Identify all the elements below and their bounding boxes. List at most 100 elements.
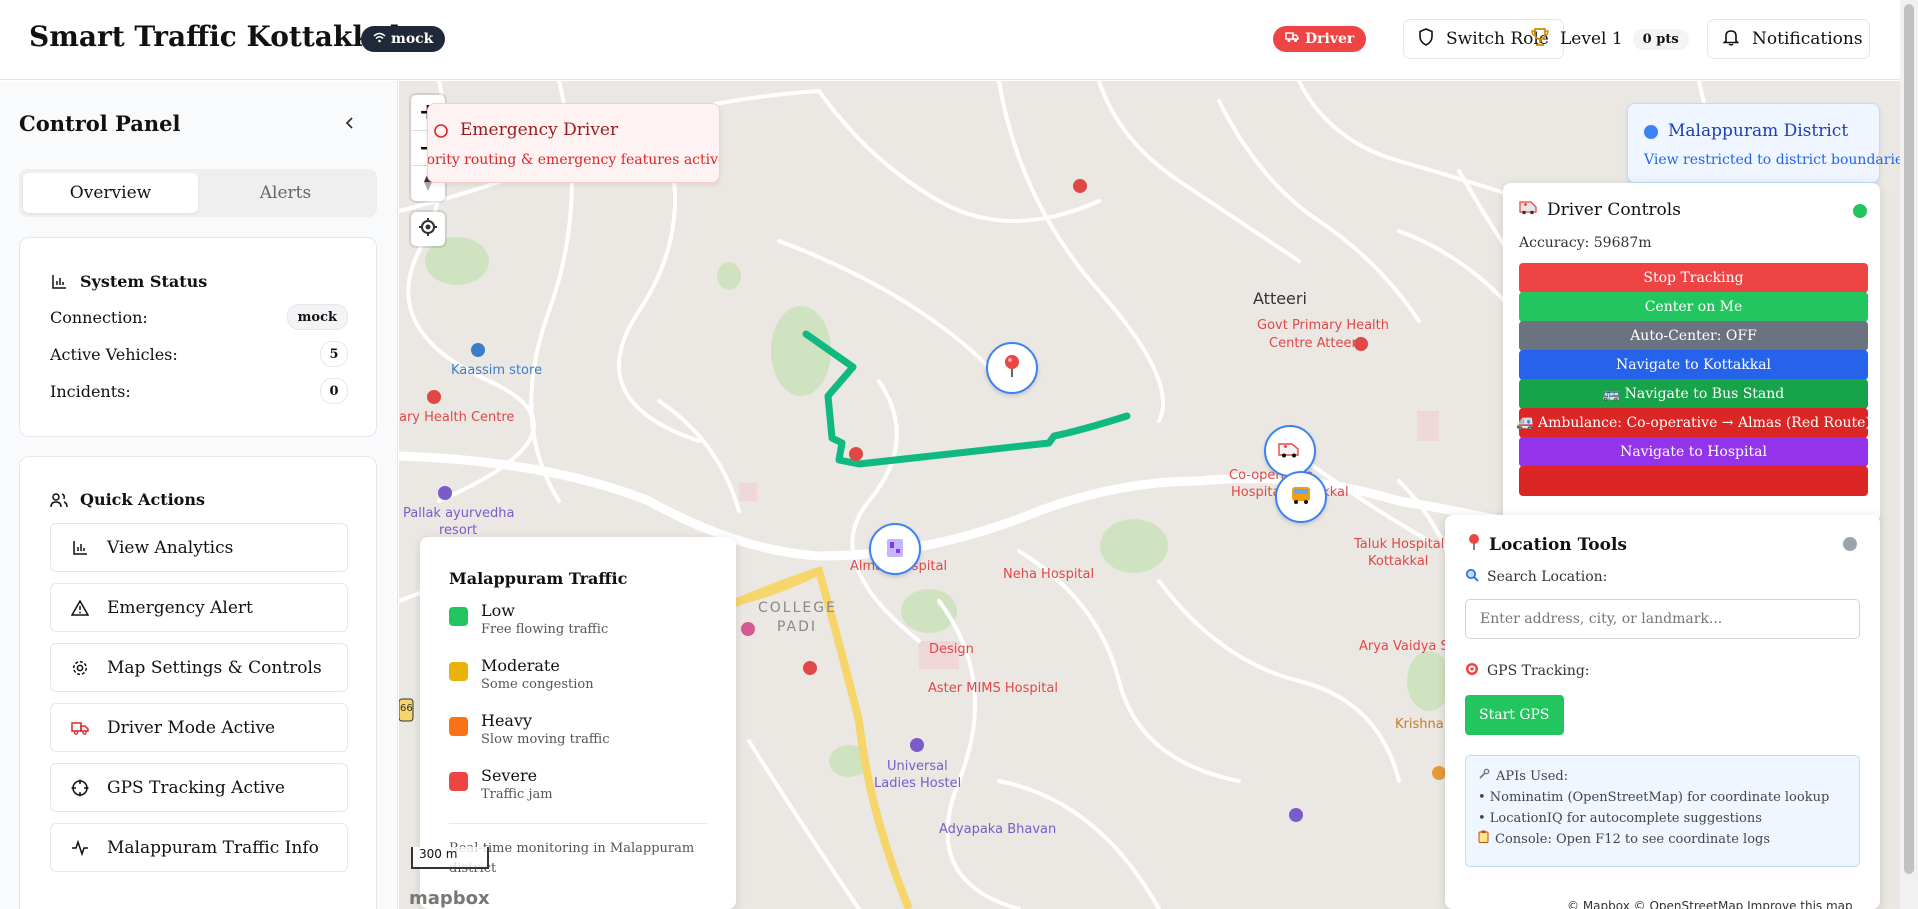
map-attribution[interactable]: © Mapbox © OpenStreetMap Improve this ma… (1567, 899, 1853, 909)
tab-overview[interactable]: Overview (23, 173, 198, 213)
bar-chart-icon (71, 539, 89, 557)
apis-info-box: APIs Used: • Nominatim (OpenStreetMap) f… (1465, 755, 1860, 867)
quick-actions-card: Quick Actions View Analytics Emergency A… (19, 456, 377, 909)
location-tools-panel: Location Tools Search Location: GPS Trac… (1445, 515, 1880, 909)
ambulance-route-button[interactable]: 🚑 Ambulance: Co-operative → Almas (Red R… (1516, 408, 1871, 438)
emergency-driver-banner: Emergency Driver Priority routing & emer… (427, 103, 720, 183)
legend-item-low: Low Free flowing traffic (449, 601, 608, 637)
legend-swatch (449, 717, 468, 736)
api-item: • LocationIQ for autocomplete suggestion… (1478, 811, 1762, 826)
district-indicator-dot (1644, 125, 1658, 139)
auto-center-toggle[interactable]: Auto-Center: OFF (1519, 321, 1868, 351)
quick-actions-title: Quick Actions (80, 490, 205, 509)
map-label-adyapaka: Adyapaka Bhavan (939, 822, 1057, 837)
bus-marker[interactable] (1275, 471, 1327, 523)
status-row-vehicles: Active Vehicles: 5 (50, 341, 348, 367)
gps-tracking-button[interactable]: GPS Tracking Active (50, 763, 348, 812)
location-status-dot (1843, 537, 1857, 551)
scrollbar-thumb[interactable] (1904, 4, 1914, 874)
map-label-pallak-2: resort (439, 523, 478, 538)
map-pin-icon (1003, 354, 1021, 383)
hospital-icon (885, 536, 905, 563)
map-label-design: Design (929, 642, 974, 657)
ambulance-marker[interactable] (1264, 425, 1316, 477)
quick-action-label: GPS Tracking Active (107, 777, 285, 798)
status-badge: mock (286, 304, 348, 330)
target-icon (1465, 662, 1479, 680)
control-panel-title: Control Panel (19, 111, 181, 136)
location-tools-title: Location Tools (1489, 534, 1627, 555)
role-badge-label: Driver (1305, 31, 1355, 47)
navigate-bus-stand-button[interactable]: 🚌 Navigate to Bus Stand (1519, 379, 1868, 409)
wrench-icon (1478, 766, 1490, 787)
system-status-card: System Status Connection: mock Active Ve… (19, 237, 377, 437)
map-label-phc-left: ary Health Centre (399, 410, 515, 425)
notifications-button[interactable]: Notifications (1707, 19, 1870, 59)
ambulance-icon (1278, 439, 1302, 463)
legend-item-desc: Slow moving traffic (481, 732, 610, 747)
map-label-phc-2: Centre Atteeri (1269, 336, 1361, 351)
console-note: Console: Open F12 to see coordinate logs (1478, 829, 1847, 850)
map-label-taluk-2: Kottakkal (1368, 554, 1429, 569)
extra-control-button[interactable] (1519, 466, 1868, 496)
quick-action-label: Malappuram Traffic Info (107, 837, 319, 858)
warning-icon (71, 599, 89, 617)
map-label-krishna: Krishna (1395, 717, 1444, 732)
view-analytics-button[interactable]: View Analytics (50, 523, 348, 572)
district-title: Malappuram District (1668, 121, 1849, 141)
system-status-heading: System Status (50, 272, 207, 291)
level-label: Level 1 (1560, 29, 1623, 49)
driver-controls-heading: Driver Controls (1519, 199, 1681, 220)
district-banner: Malappuram District View restricted to d… (1627, 103, 1900, 183)
destination-pin-marker[interactable] (986, 342, 1038, 394)
legend-swatch (449, 772, 468, 791)
chevron-left-icon[interactable] (344, 111, 356, 135)
legend-divider (449, 823, 707, 824)
legend-swatch (449, 607, 468, 626)
driver-mode-button[interactable]: Driver Mode Active (50, 703, 348, 752)
wifi-icon (373, 31, 386, 47)
geolocate-button[interactable] (411, 212, 445, 246)
bus-icon (1290, 485, 1312, 510)
center-on-me-button[interactable]: Center on Me (1519, 292, 1868, 322)
emergency-alert-button[interactable]: Emergency Alert (50, 583, 348, 632)
search-location-input[interactable] (1465, 599, 1860, 639)
navigate-kottakkal-button[interactable]: Navigate to Kottakkal (1519, 350, 1868, 380)
role-badge: Driver (1273, 26, 1367, 52)
map-settings-button[interactable]: Map Settings & Controls (50, 643, 348, 692)
mapbox-logo[interactable]: mapbox (409, 888, 490, 909)
legend-item-name: Heavy (481, 711, 533, 730)
highway-shield-label: 66 (400, 703, 413, 714)
magnifier-icon (1465, 568, 1479, 586)
quick-actions-heading: Quick Actions (50, 490, 205, 509)
api-item: • Nominatim (OpenStreetMap) for coordina… (1478, 790, 1830, 805)
emergency-icon (434, 123, 448, 142)
trophy-icon (1530, 27, 1550, 52)
connection-pill-label: mock (391, 31, 434, 47)
users-icon (50, 491, 68, 509)
apis-heading-text: APIs Used: (1496, 769, 1569, 784)
search-location-label: Search Location: (1465, 568, 1607, 586)
tab-alerts[interactable]: Alerts (198, 173, 373, 213)
app-title: Smart Traffic Kottakkal (29, 20, 401, 53)
map-scale: 300 m (411, 847, 489, 869)
quick-action-label: Driver Mode Active (107, 717, 276, 738)
traffic-info-button[interactable]: Malappuram Traffic Info (50, 823, 348, 872)
hospital-marker[interactable] (869, 523, 921, 575)
map-canvas[interactable]: Atteeri Govt Primary Health Centre Attee… (399, 81, 1900, 909)
start-gps-button[interactable]: Start GPS (1465, 695, 1564, 735)
legend-item-desc: Free flowing traffic (481, 622, 609, 637)
quick-action-label: Map Settings & Controls (107, 657, 322, 678)
legend-item-severe: Severe Traffic jam (449, 766, 553, 802)
navigate-hospital-button[interactable]: Navigate to Hospital (1519, 437, 1868, 467)
stop-tracking-button[interactable]: Stop Tracking (1519, 263, 1868, 293)
clipboard-icon (1478, 829, 1489, 850)
truck-icon (1285, 31, 1299, 47)
activity-icon (71, 839, 89, 857)
legend-item-desc: Some congestion (481, 677, 594, 692)
legend-item-name: Low (481, 601, 515, 620)
emergency-subtitle: Priority routing & emergency features ac… (427, 152, 720, 168)
map-label-atteeri: Atteeri (1253, 289, 1307, 308)
map-label-taluk: Taluk Hospital (1354, 537, 1445, 552)
page-scrollbar[interactable] (1900, 0, 1918, 909)
